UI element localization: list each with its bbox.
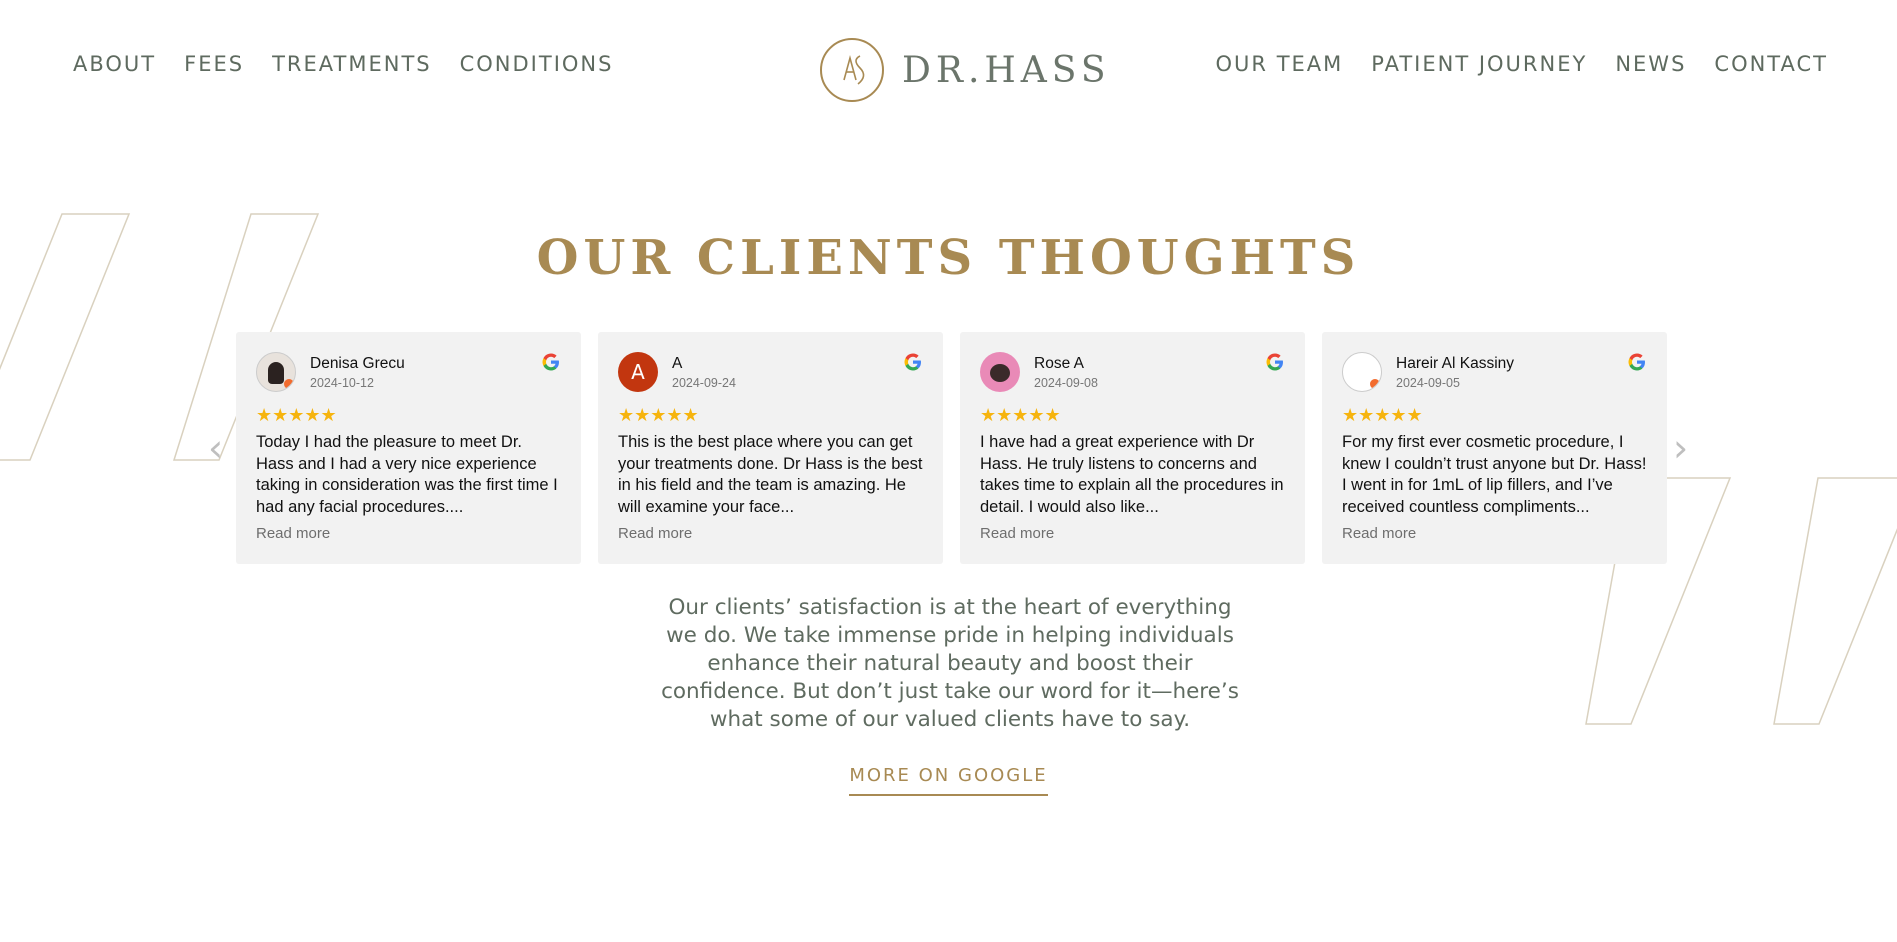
section-description: Our clients’ satisfaction is at the hear… — [661, 595, 1239, 732]
reviews-carousel: Denisa Grecu 2024-10-12 ★★★★★ Today I ha… — [236, 332, 1667, 564]
review-date: 2024-09-24 — [672, 375, 736, 390]
star-rating: ★★★★★ — [1342, 405, 1423, 425]
site-logo[interactable]: DR.HASS — [820, 38, 1111, 102]
carousel-next-icon[interactable]: › — [1673, 429, 1697, 467]
review-date: 2024-10-12 — [310, 375, 374, 390]
reviewer-name: Denisa Grecu — [310, 354, 405, 372]
google-icon — [542, 353, 559, 371]
read-more-link[interactable]: Read more — [618, 525, 692, 542]
review-card: A A 2024-09-24 ★★★★★ This is the best pl… — [598, 332, 943, 564]
logo-wordmark: DR.HASS — [902, 49, 1111, 91]
nav-treatments[interactable]: TREATMENTS — [272, 52, 432, 76]
nav-news[interactable]: NEWS — [1615, 52, 1686, 76]
star-rating: ★★★★★ — [256, 405, 337, 425]
section-heading: OUR CLIENTS THOUGHTS — [536, 230, 1361, 286]
read-more-link[interactable]: Read more — [256, 525, 330, 542]
nav-our-team[interactable]: OUR TEAM — [1216, 52, 1344, 76]
avatar-badge-icon — [1370, 379, 1380, 389]
read-more-link[interactable]: Read more — [980, 525, 1054, 542]
review-card: Hareir Al Kassiny 2024-09-05 ★★★★★ For m… — [1322, 332, 1667, 564]
star-rating: ★★★★★ — [980, 405, 1061, 425]
avatar-badge-icon — [284, 379, 294, 389]
more-on-google-link[interactable]: MORE ON GOOGLE — [849, 765, 1048, 796]
reviewer-avatar — [256, 352, 296, 392]
nav-about[interactable]: ABOUT — [73, 52, 156, 76]
read-more-link[interactable]: Read more — [1342, 525, 1416, 542]
primary-nav-left: ABOUT FEES TREATMENTS CONDITIONS — [73, 52, 613, 76]
review-card: Denisa Grecu 2024-10-12 ★★★★★ Today I ha… — [236, 332, 581, 564]
carousel-prev-icon[interactable]: ‹ — [208, 429, 232, 467]
nav-patient-journey[interactable]: PATIENT JOURNEY — [1371, 52, 1587, 76]
logo-monogram-icon — [820, 38, 884, 102]
review-date: 2024-09-08 — [1034, 375, 1098, 390]
review-card: Rose A 2024-09-08 ★★★★★ I have had a gre… — [960, 332, 1305, 564]
star-rating: ★★★★★ — [618, 405, 699, 425]
reviewer-name: Hareir Al Kassiny — [1396, 354, 1515, 372]
reviewer-name: A — [672, 354, 683, 372]
nav-fees[interactable]: FEES — [184, 52, 244, 76]
google-icon — [1266, 353, 1283, 371]
reviewer-avatar — [1342, 352, 1382, 392]
reviewer-avatar — [980, 352, 1020, 392]
review-text: I have had a great experience with Dr Ha… — [980, 433, 1284, 516]
nav-conditions[interactable]: CONDITIONS — [460, 52, 614, 76]
primary-nav-right: OUR TEAM PATIENT JOURNEY NEWS CONTACT — [1216, 52, 1828, 76]
reviewer-avatar: A — [618, 352, 658, 392]
review-text: Today I had the pleasure to meet Dr. Has… — [256, 433, 558, 516]
nav-contact[interactable]: CONTACT — [1714, 52, 1828, 76]
reviewer-name: Rose A — [1034, 354, 1084, 372]
review-text: For my first ever cosmetic procedure, I … — [1342, 433, 1647, 516]
google-icon — [1628, 353, 1645, 371]
cta-wrapper: MORE ON GOOGLE — [0, 765, 1897, 796]
review-date: 2024-09-05 — [1396, 375, 1460, 390]
review-text: This is the best place where you can get… — [618, 433, 923, 516]
google-icon — [904, 353, 921, 371]
